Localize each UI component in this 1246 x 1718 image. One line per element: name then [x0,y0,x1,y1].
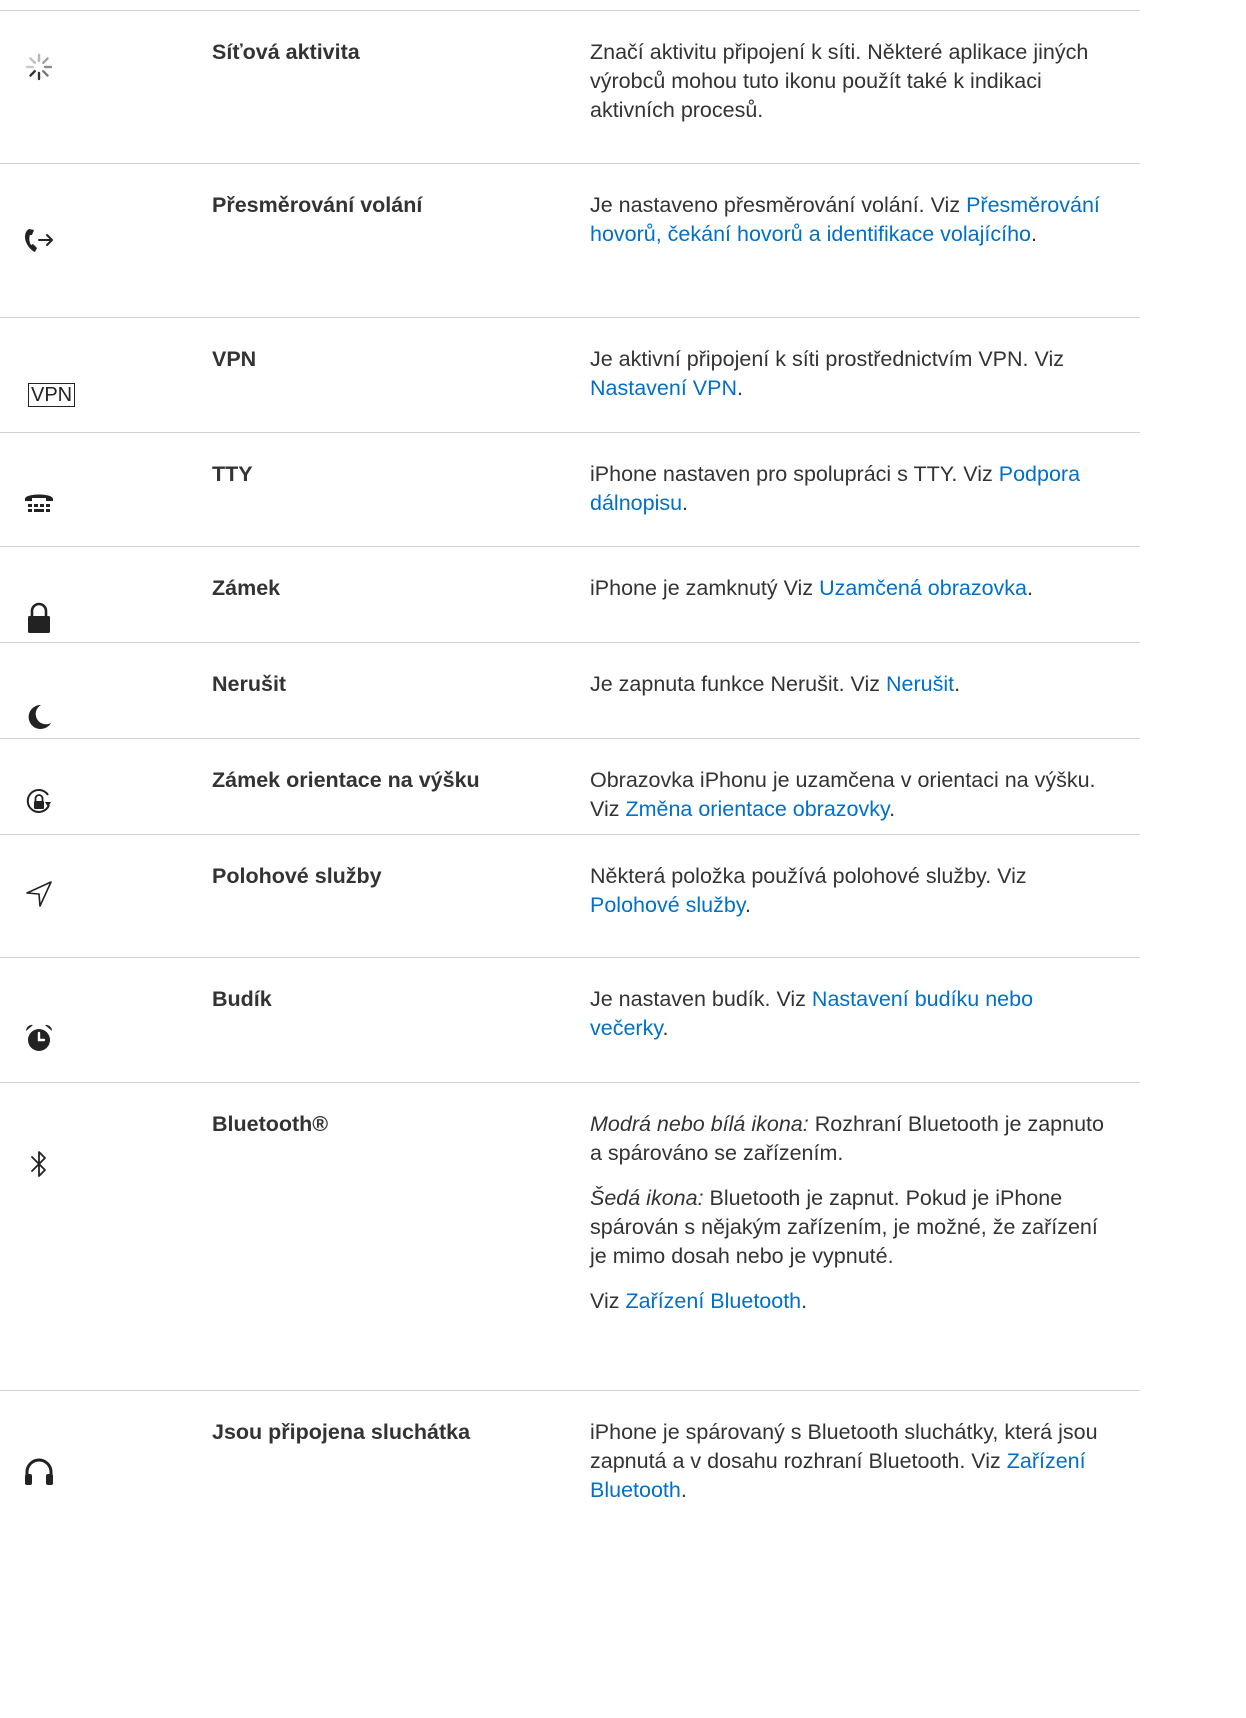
see-also-link[interactable]: Zařízení Bluetooth [625,1289,801,1313]
description-text: . [801,1289,808,1313]
portrait-lock-icon [22,785,56,819]
vpn-icon-label: VPN [28,383,76,407]
description-paragraph: Některá položka používá polohové služby.… [590,862,1115,920]
description-paragraph: Je zapnuta funkce Nerušit. Viz Nerušit. [590,670,1115,699]
table-row: Nerušit Je zapnuta funkce Nerušit. Viz Ne… [0,642,1140,738]
description-text: . [954,672,961,696]
description-paragraph: iPhone je zamknutý Viz Uzamčená obrazovk… [590,574,1115,603]
status-name: Jsou připojena sluchátka [212,1420,471,1444]
status-name: Zámek orientace na výšku [212,768,480,792]
table-row: Síťová aktivita Značí aktivitu připojení … [0,10,1140,163]
status-name: Zámek [212,576,281,600]
status-description: iPhone nastaven pro spolupráci s TTY. Vi… [570,433,1125,546]
tty-icon [22,486,56,520]
description-text: . [744,893,751,917]
table-row: Zámek iPhone je zamknutý Viz Uzamčená obr… [0,546,1140,642]
table-row: Polohové služby Některá položka používá p… [0,834,1140,957]
status-icons-table: Síťová aktivita Značí aktivitu připojení … [0,10,1140,1530]
description-text: Některá položka používá polohové služby.… [590,864,1027,888]
status-description: Je aktivní připojení k síti prostřednict… [570,318,1125,432]
status-name: Síťová aktivita [212,40,360,64]
status-description: Značí aktivitu připojení k síti. Některé… [570,11,1125,163]
description-paragraph: Je aktivní připojení k síti prostřednict… [590,345,1115,403]
table-row: Zámek orientace na výšku Obrazovka iPhonu… [0,738,1140,834]
bluetooth-icon [22,1147,56,1181]
status-description: iPhone je spárovaný s Bluetooth sluchátk… [570,1391,1125,1530]
description-paragraph: iPhone nastaven pro spolupráci s TTY. Vi… [590,460,1115,518]
table-row: Budík Je nastaven budík. Viz Nastavení bu… [0,957,1140,1082]
alarm-clock-icon [22,1021,56,1055]
status-description: Některá položka používá polohové služby.… [570,835,1125,957]
status-name: TTY [212,462,253,486]
status-name: Přesměrování volání [212,193,423,217]
description-text: Je nastaveno přesměrování volání. Viz [590,193,967,217]
location-arrow-icon [22,877,56,911]
network-activity-icon [22,50,56,84]
description-paragraph: Modrá nebo bílá ikona: Rozhraní Bluetoot… [590,1110,1115,1168]
status-description: Je nastaven budík. Viz Nastavení budíku … [570,958,1125,1082]
status-name: Bluetooth® [212,1112,329,1136]
status-name: Nerušit [212,672,287,696]
status-name: VPN [212,347,257,371]
status-name: Polohové služby [212,864,382,888]
status-description: Je nastaveno přesměrování volání. Viz Př… [570,164,1125,317]
description-text: Viz [590,1289,626,1313]
see-also-link[interactable]: Nerušit [886,672,954,696]
description-text: . [680,1478,687,1502]
moon-icon [22,699,56,733]
table-row: Jsou připojena sluchátka iPhone je spárov… [0,1390,1140,1530]
description-paragraph: iPhone je spárovaný s Bluetooth sluchátk… [590,1418,1115,1505]
status-name: Budík [212,987,272,1011]
table-row: Přesměrování volání Je nastaveno přesměro… [0,163,1140,317]
description-text: Je nastaven budík. Viz [590,987,812,1011]
description-paragraph: Je nastaveno přesměrování volání. Viz Př… [590,191,1115,249]
description-text: Značí aktivitu připojení k síti. Některé… [590,40,1089,122]
description-text: . [1027,576,1033,600]
status-description: Obrazovka iPhonu je uzamčena v orientaci… [570,739,1125,834]
table-row: Bluetooth® Modrá nebo bílá ikona: Rozhran… [0,1082,1140,1390]
see-also-link[interactable]: Nastavení VPN [590,376,737,400]
description-text: Je aktivní připojení k síti prostřednict… [590,347,1064,371]
status-description: Modrá nebo bílá ikona: Rozhraní Bluetoot… [570,1083,1125,1390]
status-description: iPhone je zamknutý Viz Uzamčená obrazovk… [570,547,1125,642]
description-paragraph: Značí aktivitu připojení k síti. Některé… [590,38,1115,125]
vpn-icon: VPN [28,378,76,412]
see-also-link[interactable]: Změna orientace obrazovky [625,797,889,821]
headphones-icon [22,1454,56,1488]
description-text: . [1031,222,1037,246]
description-text: . [736,376,743,400]
description-paragraph: Viz Zařízení Bluetooth. [590,1287,1115,1316]
description-paragraph: Obrazovka iPhonu je uzamčena v orientaci… [590,766,1115,824]
emphasis-label: Modrá nebo bílá ikona: [590,1112,809,1136]
status-description: Je zapnuta funkce Nerušit. Viz Nerušit. [570,643,1125,738]
call-forwarding-icon [22,223,56,257]
description-text: . [889,797,896,821]
description-text: iPhone nastaven pro spolupráci s TTY. Vi… [590,462,999,486]
description-text: . [662,1016,669,1040]
see-also-link[interactable]: Polohové služby [590,893,745,917]
emphasis-label: Šedá ikona: [590,1186,704,1210]
description-text: . [682,491,689,515]
table-row: VPN VPN Je aktivní připojení k síti prostř… [0,317,1140,432]
description-paragraph: Šedá ikona: Bluetooth je zapnut. Pokud j… [590,1184,1115,1271]
description-paragraph: Je nastaven budík. Viz Nastavení budíku … [590,985,1115,1043]
description-text: Je zapnuta funkce Nerušit. Viz [590,672,886,696]
description-text: iPhone je zamknutý Viz [590,576,820,600]
see-also-link[interactable]: Uzamčená obrazovka [819,576,1027,600]
lock-icon [22,601,56,635]
table-row: TTY iPhone nastaven pro spolupráci s TTY.… [0,432,1140,546]
